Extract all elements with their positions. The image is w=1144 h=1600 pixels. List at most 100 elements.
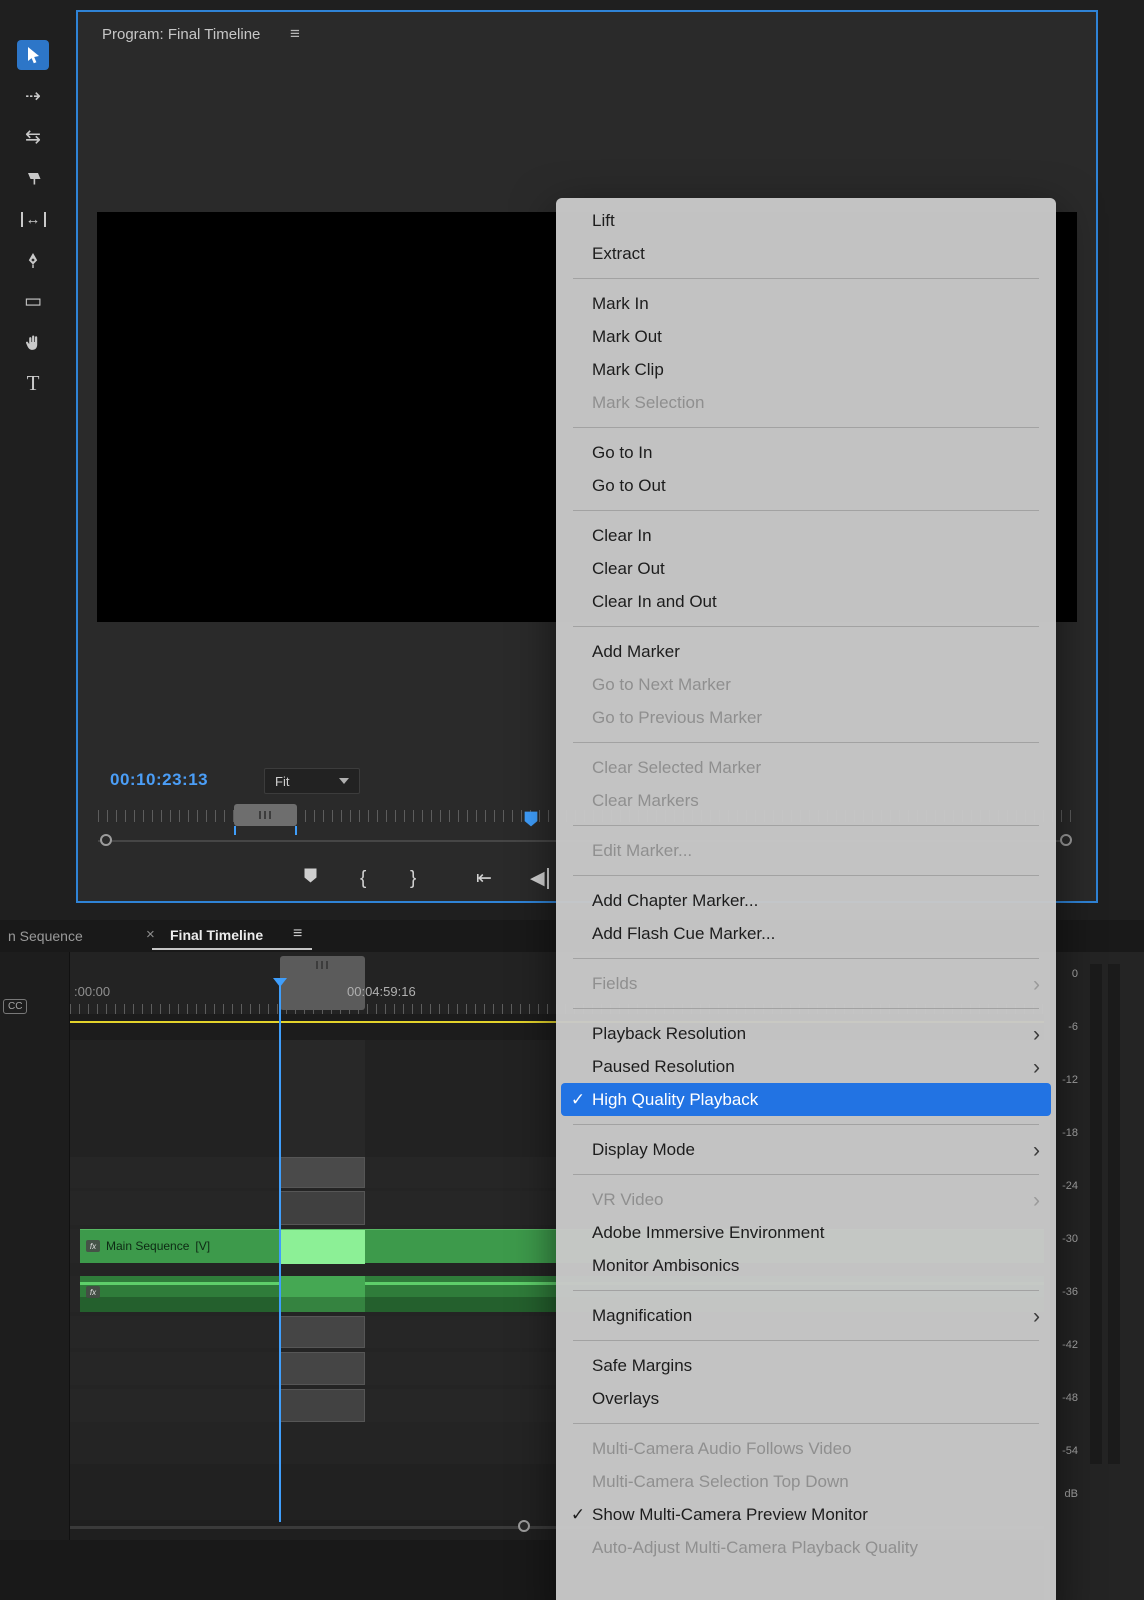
thumb-grip-icon [315,961,330,969]
menu-item-add-chapter-marker[interactable]: Add Chapter Marker... [556,884,1056,917]
menu-item-clear-out[interactable]: Clear Out [556,552,1056,585]
panel-menu-icon[interactable]: ≡ [290,24,300,44]
slip-tool[interactable]: ↔ [17,204,49,234]
clip-track-tag: [V] [195,1239,211,1253]
scrubber-thumb[interactable] [234,804,297,826]
selection-cursor-icon [27,47,39,64]
scroll-handle-right[interactable] [1060,834,1072,846]
menu-item-mark-selection: Mark Selection [556,386,1056,419]
menu-item-go-to-out[interactable]: Go to Out [556,469,1056,502]
caption-track-badge[interactable]: CC [3,999,28,1014]
menu-item-add-flash-cue-marker[interactable]: Add Flash Cue Marker... [556,917,1056,950]
menu-item-mark-clip[interactable]: Mark Clip [556,353,1056,386]
menu-item-label: Adobe Immersive Environment [592,1223,825,1242]
clip-v2[interactable] [280,1191,365,1225]
submenu-arrow-icon: › [1033,1305,1040,1328]
menu-item-label: Go to Previous Marker [592,708,763,727]
menu-item-label: Extract [592,244,645,263]
menu-item-mark-out[interactable]: Mark Out [556,320,1056,353]
menu-separator [573,1124,1039,1125]
clip-a4[interactable] [280,1389,365,1422]
rectangle-tool[interactable]: ▭ [17,286,49,316]
razor-tool[interactable] [17,163,49,193]
selection-tool[interactable] [17,40,49,70]
menu-item-show-multi-camera-preview-monitor[interactable]: ✓ Show Multi-Camera Preview Monitor [556,1498,1056,1531]
slip-icon: ↔ [20,211,46,227]
menu-item-label: Mark Selection [592,393,705,412]
clip-a2[interactable] [280,1316,365,1348]
in-point-marker[interactable] [234,826,236,835]
type-tool[interactable]: T [17,368,49,398]
menu-item-extract[interactable]: Extract [556,237,1056,270]
hand-tool[interactable] [17,327,49,357]
menu-separator [573,1174,1039,1175]
timeline-scroll-thumb[interactable] [280,956,365,1010]
menu-separator [573,1008,1039,1009]
audio-meter-panel: 0 -6 -12 -18 -24 -30 -36 -42 -48 -54 dB [1044,952,1144,1600]
menu-item-multi-camera-audio-follows-video: Multi-Camera Audio Follows Video [556,1432,1056,1465]
menu-item-add-marker[interactable]: Add Marker [556,635,1056,668]
mark-in-button[interactable]: { [360,866,366,892]
close-tab-icon[interactable]: × [146,926,155,943]
clip-v3[interactable] [280,1157,365,1188]
menu-item-mark-in[interactable]: Mark In [556,287,1056,320]
tools-panel: ⇢ ⇆ ↔ ▭ T [12,40,54,398]
step-back-button[interactable]: ◀ [530,866,549,892]
program-monitor-menu: Lift Extract Mark In Mark Out Mark Clip Mark … [556,198,1056,1600]
menu-separator [573,958,1039,959]
meter-bar-left [1090,964,1102,1464]
menu-item-paused-resolution[interactable]: Paused Resolution › [556,1050,1056,1083]
hand-icon [25,335,38,350]
menu-item-label: Add Marker [592,642,680,661]
playhead-timecode[interactable]: 00:10:23:13 [110,770,208,790]
fx-badge[interactable]: fx [86,1286,100,1298]
pen-icon [28,252,38,268]
sequence-marker-icon[interactable] [523,810,539,833]
go-to-in-button[interactable]: ⇤ [476,866,492,892]
zoom-level-select[interactable]: Fit [264,768,360,794]
menu-item-go-to-previous-marker: Go to Previous Marker [556,701,1056,734]
menu-item-display-mode[interactable]: Display Mode › [556,1133,1056,1166]
menu-item-clear-in[interactable]: Clear In [556,519,1056,552]
menu-item-monitor-ambisonics[interactable]: Monitor Ambisonics [556,1249,1056,1282]
menu-item-clear-markers: Clear Markers [556,784,1056,817]
menu-item-clear-in-and-out[interactable]: Clear In and Out [556,585,1056,618]
menu-item-go-to-next-marker: Go to Next Marker [556,668,1056,701]
track-select-forward-tool[interactable]: ⇢ [17,81,49,111]
menu-item-label: Lift [592,211,615,230]
menu-item-label: Edit Marker... [592,841,693,860]
out-point-marker[interactable] [295,826,297,835]
menu-item-high-quality-playback[interactable]: ✓ High Quality Playback [561,1083,1051,1116]
menu-item-magnification[interactable]: Magnification › [556,1299,1056,1332]
menu-item-label: Show Multi-Camera Preview Monitor [592,1505,868,1524]
timeline-panel-menu-icon[interactable]: ≡ [293,925,302,943]
menu-item-adobe-immersive-environment[interactable]: Adobe Immersive Environment [556,1216,1056,1249]
menu-item-label: Paused Resolution [592,1057,735,1076]
tab-final-timeline[interactable]: Final Timeline [170,927,263,943]
menu-separator [573,510,1039,511]
type-icon: T [26,370,40,395]
menu-item-label: Clear In [592,526,652,545]
menu-item-go-to-in[interactable]: Go to In [556,436,1056,469]
submenu-arrow-icon: › [1033,1056,1040,1079]
menu-item-safe-margins[interactable]: Safe Margins [556,1349,1056,1382]
fx-badge[interactable]: fx [86,1240,100,1252]
clip-a3[interactable] [280,1352,365,1385]
menu-item-label: Clear Out [592,559,665,578]
menu-item-overlays[interactable]: Overlays [556,1382,1056,1415]
checkmark-icon: ✓ [570,1090,586,1109]
tab-main-sequence[interactable]: n Sequence [8,928,83,944]
clip-name: Main Sequence [106,1239,190,1253]
menu-item-label: Go to Next Marker [592,675,731,694]
add-marker-button[interactable] [303,866,318,892]
menu-item-lift[interactable]: Lift [556,204,1056,237]
ripple-edit-tool[interactable]: ⇆ [17,122,49,152]
pen-tool[interactable] [17,245,49,275]
timeline-playhead-line[interactable] [279,982,281,1522]
menu-item-playback-resolution[interactable]: Playback Resolution › [556,1017,1056,1050]
scroll-handle-left[interactable] [100,834,112,846]
menu-item-label: High Quality Playback [592,1090,759,1109]
menu-separator [573,1423,1039,1424]
mark-out-button[interactable]: } [410,866,416,892]
timeline-scroll-handle[interactable] [518,1520,530,1532]
